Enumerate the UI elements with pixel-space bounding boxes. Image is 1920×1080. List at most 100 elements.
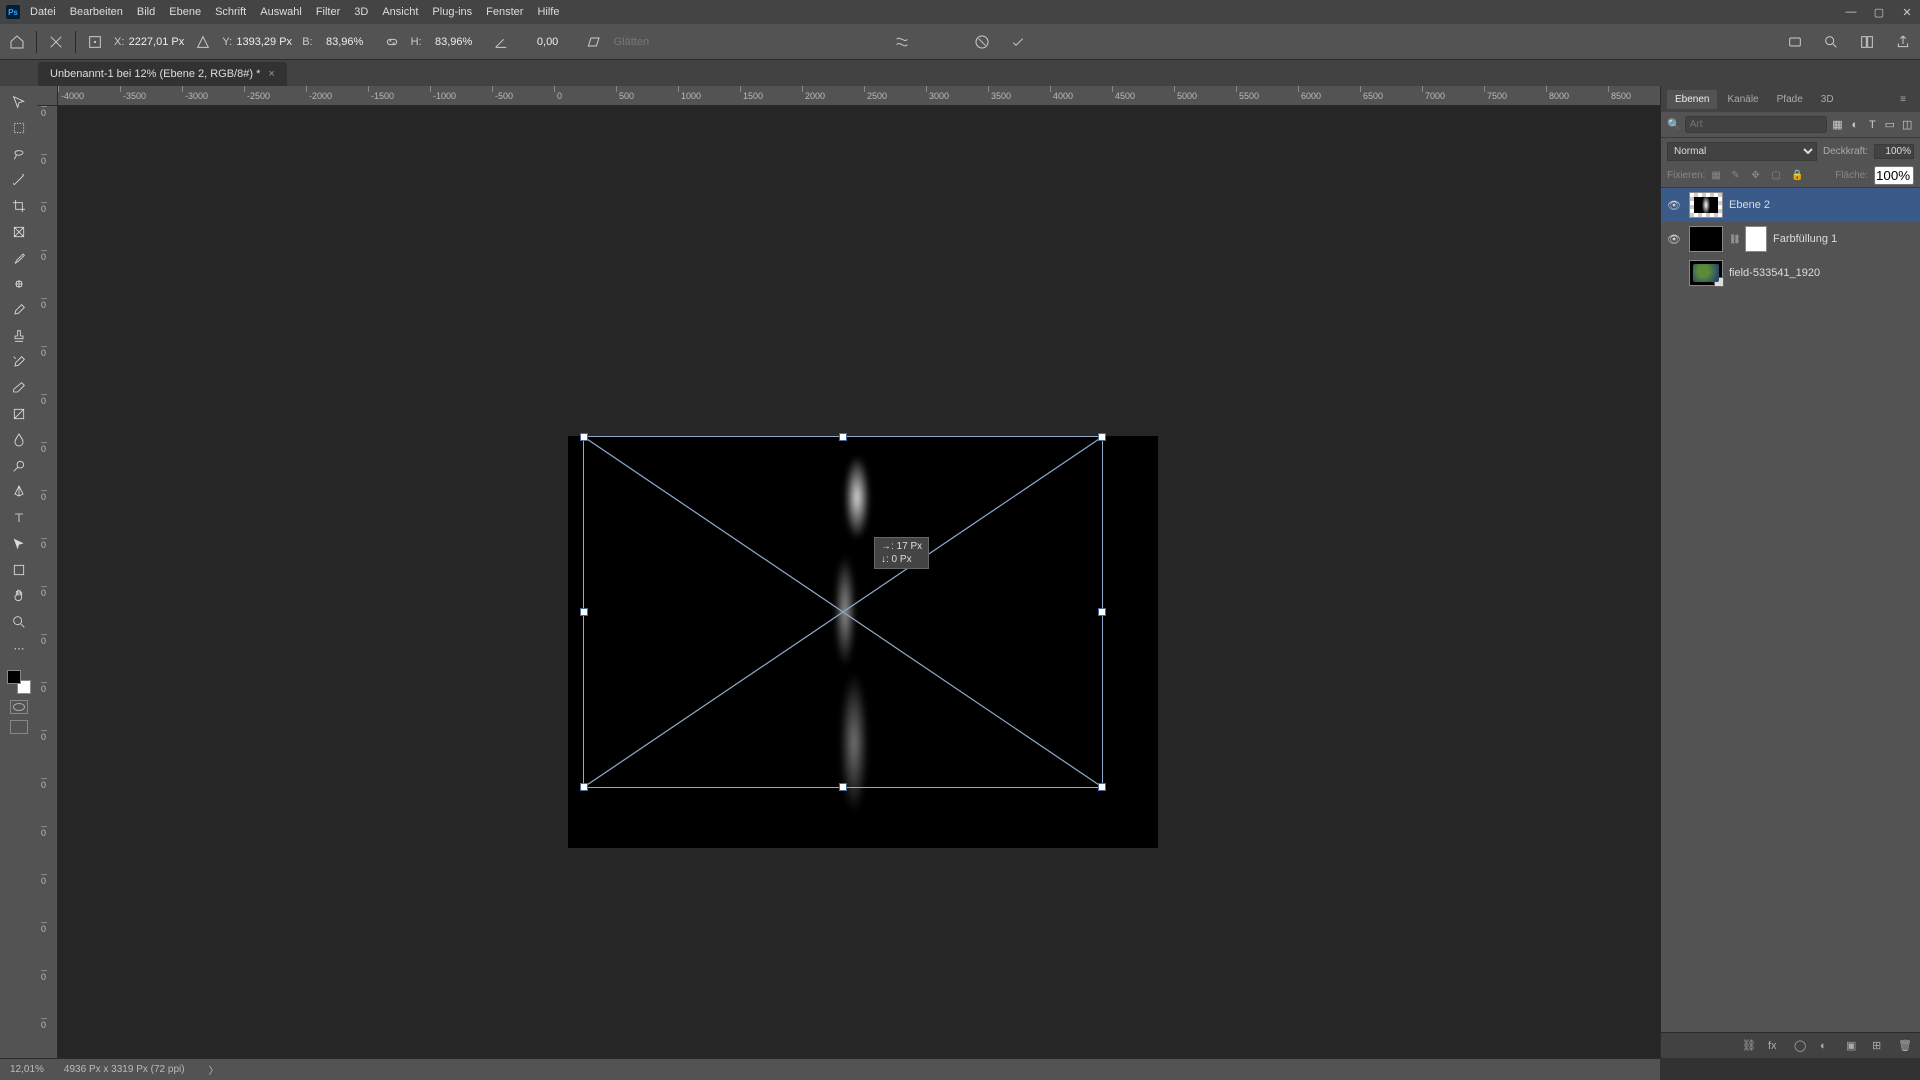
dodge-tool[interactable] — [5, 454, 33, 478]
path-tool[interactable] — [5, 532, 33, 556]
lock-position-icon[interactable]: ✥ — [1751, 170, 1765, 181]
brush-tool[interactable] — [5, 298, 33, 322]
cloud-docs-icon[interactable] — [1786, 33, 1804, 51]
search-icon[interactable] — [1822, 33, 1840, 51]
maximize-button[interactable]: ▢ — [1872, 6, 1886, 19]
transform-tool-icon[interactable] — [47, 33, 65, 51]
layer-mask-thumbnail[interactable] — [1745, 226, 1767, 252]
panel-menu-icon[interactable]: ≡ — [1892, 90, 1914, 109]
color-swatches[interactable] — [7, 670, 31, 694]
lock-artboard-icon[interactable]: ▢ — [1771, 170, 1785, 181]
x-input[interactable] — [128, 34, 184, 50]
layer-thumbnail[interactable] — [1689, 192, 1723, 218]
ruler-origin[interactable] — [38, 86, 58, 106]
heal-tool[interactable] — [5, 272, 33, 296]
opacity-input[interactable] — [1874, 144, 1914, 159]
layer-row[interactable]: 👁 ⛓ Farbfüllung 1 — [1661, 222, 1920, 256]
layer-filter-input[interactable] — [1685, 116, 1827, 133]
delete-layer-icon[interactable]: 🗑 — [1898, 1039, 1912, 1052]
stamp-tool[interactable] — [5, 324, 33, 348]
skew-h-icon[interactable] — [586, 33, 604, 51]
frame-tool[interactable] — [5, 220, 33, 244]
adjustment-layer-icon[interactable]: ◐ — [1820, 1040, 1834, 1052]
transform-handle-tm[interactable] — [839, 433, 847, 441]
layer-fx-icon[interactable]: fx — [1768, 1040, 1782, 1052]
screenmode-icon[interactable] — [10, 720, 28, 734]
pen-tool[interactable] — [5, 480, 33, 504]
w-input[interactable] — [317, 34, 373, 50]
menu-fenster[interactable]: Fenster — [486, 6, 523, 18]
transform-handle-tr[interactable] — [1098, 433, 1106, 441]
group-icon[interactable]: ▣ — [1846, 1039, 1860, 1052]
close-button[interactable]: ✕ — [1900, 6, 1914, 19]
layer-name[interactable]: Ebene 2 — [1729, 199, 1770, 211]
blur-tool[interactable] — [5, 428, 33, 452]
blend-mode-select[interactable]: Normal — [1667, 142, 1817, 161]
foreground-color[interactable] — [7, 670, 21, 684]
menu-ansicht[interactable]: Ansicht — [382, 6, 418, 18]
layer-name[interactable]: Farbfüllung 1 — [1773, 233, 1837, 245]
tab-kanale[interactable]: Kanäle — [1719, 90, 1766, 109]
menu-datei[interactable]: Datei — [30, 6, 56, 18]
menu-bearbeiten[interactable]: Bearbeiten — [70, 6, 123, 18]
shape-tool[interactable] — [5, 558, 33, 582]
gradient-tool[interactable] — [5, 402, 33, 426]
warp-icon[interactable] — [893, 33, 911, 51]
layer-thumbnail[interactable] — [1689, 260, 1723, 286]
info-chevron-icon[interactable]: 〉 — [209, 1062, 219, 1077]
menu-ebene[interactable]: Ebene — [169, 6, 201, 18]
canvas-area[interactable]: -4000-3500-3000-2500-2000-1500-1000-5000… — [38, 86, 1660, 1058]
transform-handle-bm[interactable] — [839, 783, 847, 791]
new-layer-icon[interactable]: ⊞ — [1872, 1039, 1886, 1052]
menu-plugins[interactable]: Plug-ins — [432, 6, 472, 18]
rotation-input[interactable] — [520, 34, 576, 50]
link-wh-icon[interactable] — [383, 33, 401, 51]
menu-bild[interactable]: Bild — [137, 6, 155, 18]
marquee-tool[interactable] — [5, 116, 33, 140]
lock-transparency-icon[interactable]: ▦ — [1711, 170, 1725, 181]
cancel-transform-icon[interactable] — [973, 33, 991, 51]
menu-auswahl[interactable]: Auswahl — [260, 6, 302, 18]
quickmask-icon[interactable] — [10, 700, 28, 714]
menu-filter[interactable]: Filter — [316, 6, 340, 18]
visibility-toggle[interactable]: 👁 — [1665, 199, 1683, 212]
layer-thumbnail[interactable] — [1689, 226, 1723, 252]
filter-smart-icon[interactable]: ◫ — [1901, 118, 1914, 132]
link-layers-icon[interactable]: ⛓ — [1742, 1039, 1756, 1052]
interpolation-label[interactable]: Glätten — [614, 36, 649, 48]
y-input[interactable] — [236, 34, 292, 50]
filter-pixel-icon[interactable]: ▦ — [1831, 118, 1844, 132]
eraser-tool[interactable] — [5, 376, 33, 400]
lasso-tool[interactable] — [5, 142, 33, 166]
workspace-icon[interactable] — [1858, 33, 1876, 51]
zoom-level[interactable]: 12,01% — [10, 1064, 44, 1075]
doc-info[interactable]: 4936 Px x 3319 Px (72 ppi) — [64, 1064, 185, 1075]
link-mask-icon[interactable]: ⛓ — [1729, 234, 1739, 245]
type-tool[interactable] — [5, 506, 33, 530]
tab-ebenen[interactable]: Ebenen — [1667, 90, 1717, 109]
tab-3d[interactable]: 3D — [1813, 90, 1842, 109]
tab-pfade[interactable]: Pfade — [1769, 90, 1811, 109]
menu-hilfe[interactable]: Hilfe — [537, 6, 559, 18]
move-tool[interactable] — [5, 90, 33, 114]
menu-schrift[interactable]: Schrift — [215, 6, 246, 18]
transform-handle-ml[interactable] — [580, 608, 588, 616]
filter-adjust-icon[interactable]: ◐ — [1848, 118, 1861, 132]
transform-handle-br[interactable] — [1098, 783, 1106, 791]
wand-tool[interactable] — [5, 168, 33, 192]
layer-name[interactable]: field-533541_1920 — [1729, 267, 1820, 279]
minimize-button[interactable]: — — [1844, 6, 1858, 19]
history-brush-tool[interactable] — [5, 350, 33, 374]
menu-3d[interactable]: 3D — [354, 6, 368, 18]
crop-tool[interactable] — [5, 194, 33, 218]
transform-handle-bl[interactable] — [580, 783, 588, 791]
share-icon[interactable] — [1894, 33, 1912, 51]
h-input[interactable] — [426, 34, 482, 50]
commit-transform-icon[interactable] — [1009, 33, 1027, 51]
more-tools-icon[interactable]: ⋯ — [5, 636, 33, 660]
document-tab[interactable]: Unbenannt-1 bei 12% (Ebene 2, RGB/8#) * … — [38, 62, 287, 86]
filter-type-icon[interactable]: T — [1866, 118, 1879, 132]
vertical-ruler[interactable]: 00000000000000000000 — [38, 106, 58, 1058]
reference-point-icon[interactable] — [86, 33, 104, 51]
home-icon[interactable] — [8, 33, 26, 51]
